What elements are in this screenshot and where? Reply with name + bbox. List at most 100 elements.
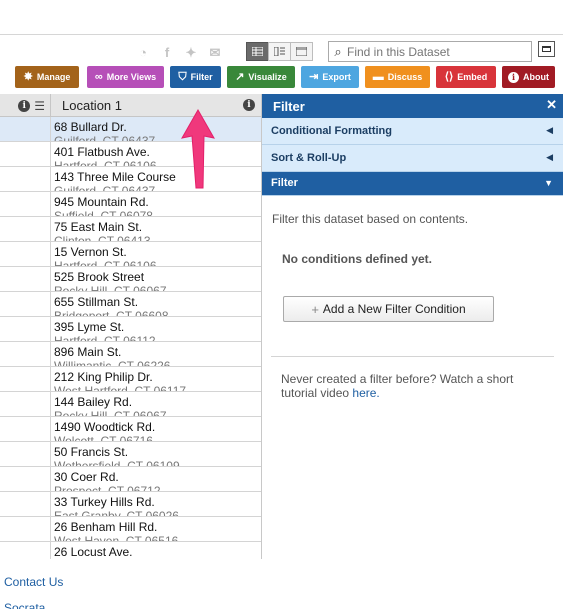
address-line: 30 Coer Rd. <box>54 470 119 484</box>
row-handle[interactable] <box>0 342 51 366</box>
row-handle[interactable] <box>0 242 51 266</box>
visualize-button[interactable]: ↗ Visualize <box>227 66 295 88</box>
address-line: 26 Benham Hill Rd. <box>54 520 158 534</box>
table-view-button[interactable] <box>246 42 269 61</box>
header-divider <box>0 34 563 35</box>
twitter-icon[interactable]: ✦ <box>183 45 199 61</box>
table-row[interactable]: 68 Bullard Dr. Guilford, CT 06437 <box>0 117 261 142</box>
row-handle[interactable] <box>0 142 51 166</box>
city-line: East Granby, CT 06026 <box>54 509 179 517</box>
email-icon[interactable]: ✉ <box>207 45 223 61</box>
add-filter-condition-button[interactable]: + Add a New Filter Condition <box>283 296 494 322</box>
city-line: Guilford, CT 06437 <box>54 184 156 192</box>
table-row[interactable]: 144 Bailey Rd. Rocky Hill, CT 06067 <box>0 392 261 417</box>
address-line: 896 Main St. <box>54 345 122 359</box>
export-icon: ⇥ <box>309 70 319 83</box>
row-handle[interactable] <box>0 117 51 141</box>
page-view-button[interactable] <box>290 42 313 61</box>
city-line: West Haven, CT 06516 <box>54 534 179 542</box>
row-handle[interactable] <box>0 442 51 466</box>
row-handle[interactable] <box>0 317 51 341</box>
grid-icon <box>252 47 263 56</box>
table-row[interactable]: 143 Three Mile Course Guilford, CT 06437 <box>0 167 261 192</box>
address-line: 945 Mountain Rd. <box>54 195 149 209</box>
table-row[interactable]: 655 Stillman St. Bridgeport, CT 06608 <box>0 292 261 317</box>
embed-button[interactable]: ⟨⟩ Embed <box>436 66 496 88</box>
contact-us-link[interactable]: Contact Us <box>4 575 63 589</box>
table-row[interactable]: 945 Mountain Rd. Suffield, CT 06078 <box>0 192 261 217</box>
table-row[interactable]: 212 King Philip Dr. West Hartford, CT 061… <box>0 367 261 392</box>
row-handle[interactable] <box>0 542 51 559</box>
table-row[interactable]: 30 Coer Rd. Prospect, CT 06712 <box>0 467 261 492</box>
embed-icon: ⟨⟩ <box>444 70 454 83</box>
list-icon[interactable]: ☰ <box>34 99 45 113</box>
table-row[interactable]: 896 Main St. Willimantic, CT 06226 <box>0 342 261 367</box>
caret-down-icon: ▼ <box>544 178 553 188</box>
city-line: West Hartford, CT 06117 <box>54 384 187 392</box>
row-handle[interactable] <box>0 467 51 491</box>
row-handle[interactable] <box>0 417 51 441</box>
table-row[interactable]: 15 Vernon St. Hartford, CT 06106 <box>0 242 261 267</box>
table-row[interactable]: 395 Lyme St. Hartford, CT 06112 <box>0 317 261 342</box>
search-input[interactable] <box>347 44 527 59</box>
facebook-icon[interactable]: f <box>159 45 175 61</box>
row-handle[interactable] <box>0 217 51 241</box>
city-line: Hartford, CT 06112 <box>54 334 156 342</box>
row-handle[interactable] <box>0 392 51 416</box>
data-grid: i ☰ Location 1 i 68 Bullard Dr. Guilford,… <box>0 94 262 559</box>
tutorial-note: Never created a filter before? Watch a s… <box>281 372 514 400</box>
discuss-button[interactable]: ▬ Discuss <box>365 66 430 88</box>
table-row[interactable]: 50 Francis St. Wethersfield, CT 06109 <box>0 442 261 467</box>
info-icon[interactable]: i <box>18 99 31 112</box>
filter-button[interactable]: ⛉ Filter <box>170 66 221 88</box>
search-icon: ⌕ <box>334 43 342 59</box>
table-row[interactable]: 1490 Woodtick Rd. Wolcott, CT 06716 <box>0 417 261 442</box>
row-handle[interactable] <box>0 517 51 541</box>
about-button[interactable]: i About <box>502 66 555 88</box>
table-row[interactable]: 525 Brook Street Rocky Hill, CT 06067 <box>0 267 261 292</box>
panel-header: Filter ✕ <box>262 94 563 118</box>
section-conditional-formatting[interactable]: Conditional Formatting ◀ <box>262 118 563 145</box>
panel-divider <box>271 356 554 357</box>
city-line: Bridgeport, CT 06608 <box>54 309 169 317</box>
column-header-location[interactable]: Location 1 <box>62 98 122 113</box>
rss-icon[interactable]: ◔ <box>135 45 151 61</box>
table-row[interactable]: 33 Turkey Hills Rd. East Granby, CT 06026 <box>0 492 261 517</box>
table-row[interactable]: 401 Flatbush Ave. Hartford, CT 06106 <box>0 142 261 167</box>
column-info-icon[interactable]: i <box>243 99 255 111</box>
address-line: 68 Bullard Dr. <box>54 120 127 134</box>
city-line: Hartford, CT 06106 <box>54 259 157 267</box>
view-switcher <box>246 42 313 61</box>
fullscreen-button[interactable] <box>538 41 555 57</box>
table-row[interactable]: 26 Locust Ave. <box>0 542 261 559</box>
row-handle[interactable] <box>0 167 51 191</box>
city-line: Guilford, CT 06437 <box>54 134 156 142</box>
manage-button[interactable]: ✸ Manage <box>15 66 79 88</box>
section-filter[interactable]: Filter ▼ <box>262 172 563 196</box>
city-line: Clinton, CT 06413 <box>54 234 151 242</box>
row-handle[interactable] <box>0 292 51 316</box>
section-sort-rollup[interactable]: Sort & Roll-Up ◀ <box>262 145 563 172</box>
speech-bubble-icon: ▬ <box>372 70 384 83</box>
address-line: 50 Francis St. <box>54 445 129 459</box>
address-line: 75 East Main St. <box>54 220 143 234</box>
row-handle[interactable] <box>0 267 51 291</box>
footer-link[interactable]: Socrata <box>4 601 45 609</box>
export-button[interactable]: ⇥ Export <box>301 66 359 88</box>
row-view-button[interactable] <box>268 42 291 61</box>
city-line: Rocky Hill, CT 06067 <box>54 284 167 292</box>
row-handle[interactable] <box>0 192 51 216</box>
row-handle[interactable] <box>0 367 51 391</box>
row-handle[interactable] <box>0 492 51 516</box>
close-icon[interactable]: ✕ <box>546 97 557 113</box>
table-row[interactable]: 26 Benham Hill Rd. West Haven, CT 06516 <box>0 517 261 542</box>
tutorial-link[interactable]: here. <box>352 386 379 400</box>
city-line: Wethersfield, CT 06109 <box>54 459 180 467</box>
plus-icon: + <box>311 301 319 317</box>
chart-icon: ↗ <box>235 70 245 83</box>
city-line: Willimantic, CT 06226 <box>54 359 171 367</box>
dataset-search[interactable]: ⌕ <box>328 41 532 62</box>
more-views-button[interactable]: ∞ More Views <box>87 66 164 88</box>
table-row[interactable]: 75 East Main St. Clinton, CT 06413 <box>0 217 261 242</box>
filter-icon: ⛉ <box>178 70 187 83</box>
